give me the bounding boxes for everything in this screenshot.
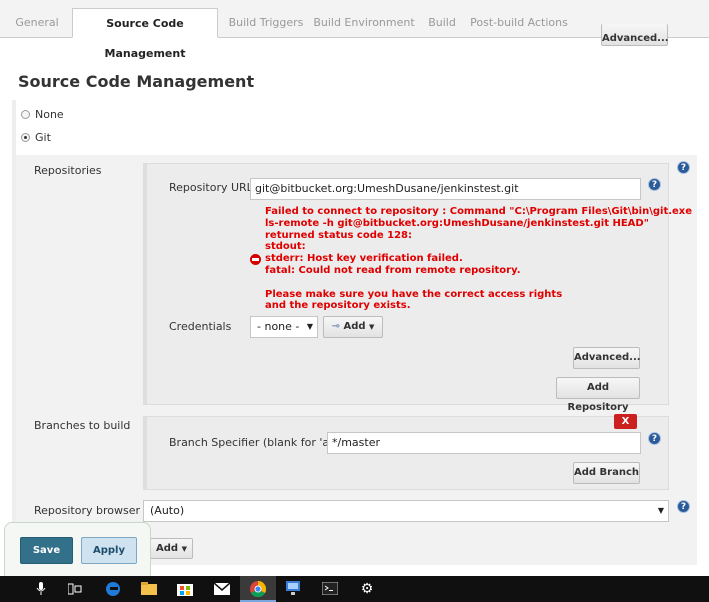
apply-button[interactable]: Apply <box>81 537 137 564</box>
additional-behaviours-add-button[interactable]: Add ▼ <box>150 538 193 559</box>
credentials-label: Credentials <box>169 320 232 333</box>
branch-specifier-input[interactable]: */master <box>327 432 641 454</box>
error-line: returned status code 128: <box>265 229 412 241</box>
section-title: Source Code Management <box>18 72 255 91</box>
save-button[interactable]: Save <box>20 537 73 564</box>
chrome-icon[interactable] <box>240 576 276 602</box>
key-icon: ⊸ <box>331 321 340 332</box>
help-icon-repositories[interactable]: ? <box>677 161 690 174</box>
terminal-icon[interactable] <box>312 576 348 602</box>
dropdown-caret-icon: ▼ <box>369 323 375 331</box>
repository-browser-value: (Auto) <box>150 504 185 517</box>
tab-build-environment[interactable]: Build Environment <box>312 8 416 38</box>
credentials-value: - none - <box>257 320 300 333</box>
radio-git[interactable] <box>21 133 30 142</box>
dropdown-caret-icon: ▼ <box>181 545 187 553</box>
error-line: stderr: Host key verification failed. <box>265 253 463 265</box>
windows-taskbar: ⚙ <box>0 576 709 602</box>
repository-error-message: Failed to connect to repository : Comman… <box>265 206 693 312</box>
repository-browser-label: Repository browser <box>34 504 140 517</box>
task-view-icon[interactable] <box>57 576 93 602</box>
help-icon-repository-url[interactable]: ? <box>648 178 661 191</box>
error-icon <box>250 254 261 265</box>
repository-url-label: Repository URL <box>169 181 253 194</box>
radio-none[interactable] <box>21 110 30 119</box>
advanced-button-top[interactable]: Advanced... <box>601 24 669 46</box>
add-repository-button[interactable]: Add Repository <box>556 377 640 413</box>
error-line: ls-remote -h git@bitbucket.org:UmeshDusa… <box>265 217 649 229</box>
dropdown-caret-icon: ▼ <box>306 322 313 331</box>
mail-icon[interactable] <box>204 576 240 602</box>
repository-url-input[interactable]: git@bitbucket.org:UmeshDusane/jenkinstes… <box>250 178 641 200</box>
store-icon[interactable] <box>167 576 203 602</box>
repository-browser-select[interactable]: (Auto) ▼ <box>143 500 669 522</box>
error-line <box>265 277 645 289</box>
file-explorer-icon[interactable] <box>131 576 167 602</box>
tab-build[interactable]: Build <box>420 8 464 38</box>
add-credentials-label: Add <box>343 321 366 332</box>
credentials-select[interactable]: - none - ▼ <box>250 316 318 338</box>
tab-general[interactable]: General <box>4 8 70 38</box>
error-line: Please make sure you have the correct ac… <box>265 288 563 300</box>
radio-none-label: None <box>35 108 64 121</box>
help-icon-branch-specifier[interactable]: ? <box>648 432 661 445</box>
microphone-icon[interactable] <box>23 576 59 602</box>
error-line: fatal: Could not read from remote reposi… <box>265 264 521 276</box>
error-line: stdout: <box>265 241 306 253</box>
settings-icon[interactable]: ⚙ <box>349 576 385 602</box>
add-credentials-button[interactable]: ⊸ Add ▼ <box>323 316 383 338</box>
help-icon-repository-browser[interactable]: ? <box>677 500 690 513</box>
branch-specifier-label: Branch Specifier (blank for 'any') <box>169 436 350 449</box>
additional-add-label: Add <box>156 543 179 554</box>
branches-to-build-label: Branches to build <box>34 419 131 432</box>
tab-post-build-actions[interactable]: Post-build Actions <box>468 8 570 38</box>
radio-git-label: Git <box>35 131 51 144</box>
error-line: and the repository exists. <box>265 300 411 312</box>
add-branch-button[interactable]: Add Branch <box>573 462 640 484</box>
dropdown-caret-icon: ▼ <box>657 506 664 515</box>
tab-build-triggers[interactable]: Build Triggers <box>224 8 308 38</box>
tab-source-code-management[interactable]: Source Code Management <box>72 8 218 60</box>
delete-branch-button[interactable]: X <box>614 414 637 429</box>
advanced-button[interactable]: Advanced... <box>573 347 641 369</box>
repositories-label: Repositories <box>34 164 102 177</box>
remote-desktop-icon[interactable] <box>276 576 312 602</box>
error-line: Failed to connect to repository : Comman… <box>265 206 693 217</box>
edge-icon[interactable] <box>95 576 131 602</box>
